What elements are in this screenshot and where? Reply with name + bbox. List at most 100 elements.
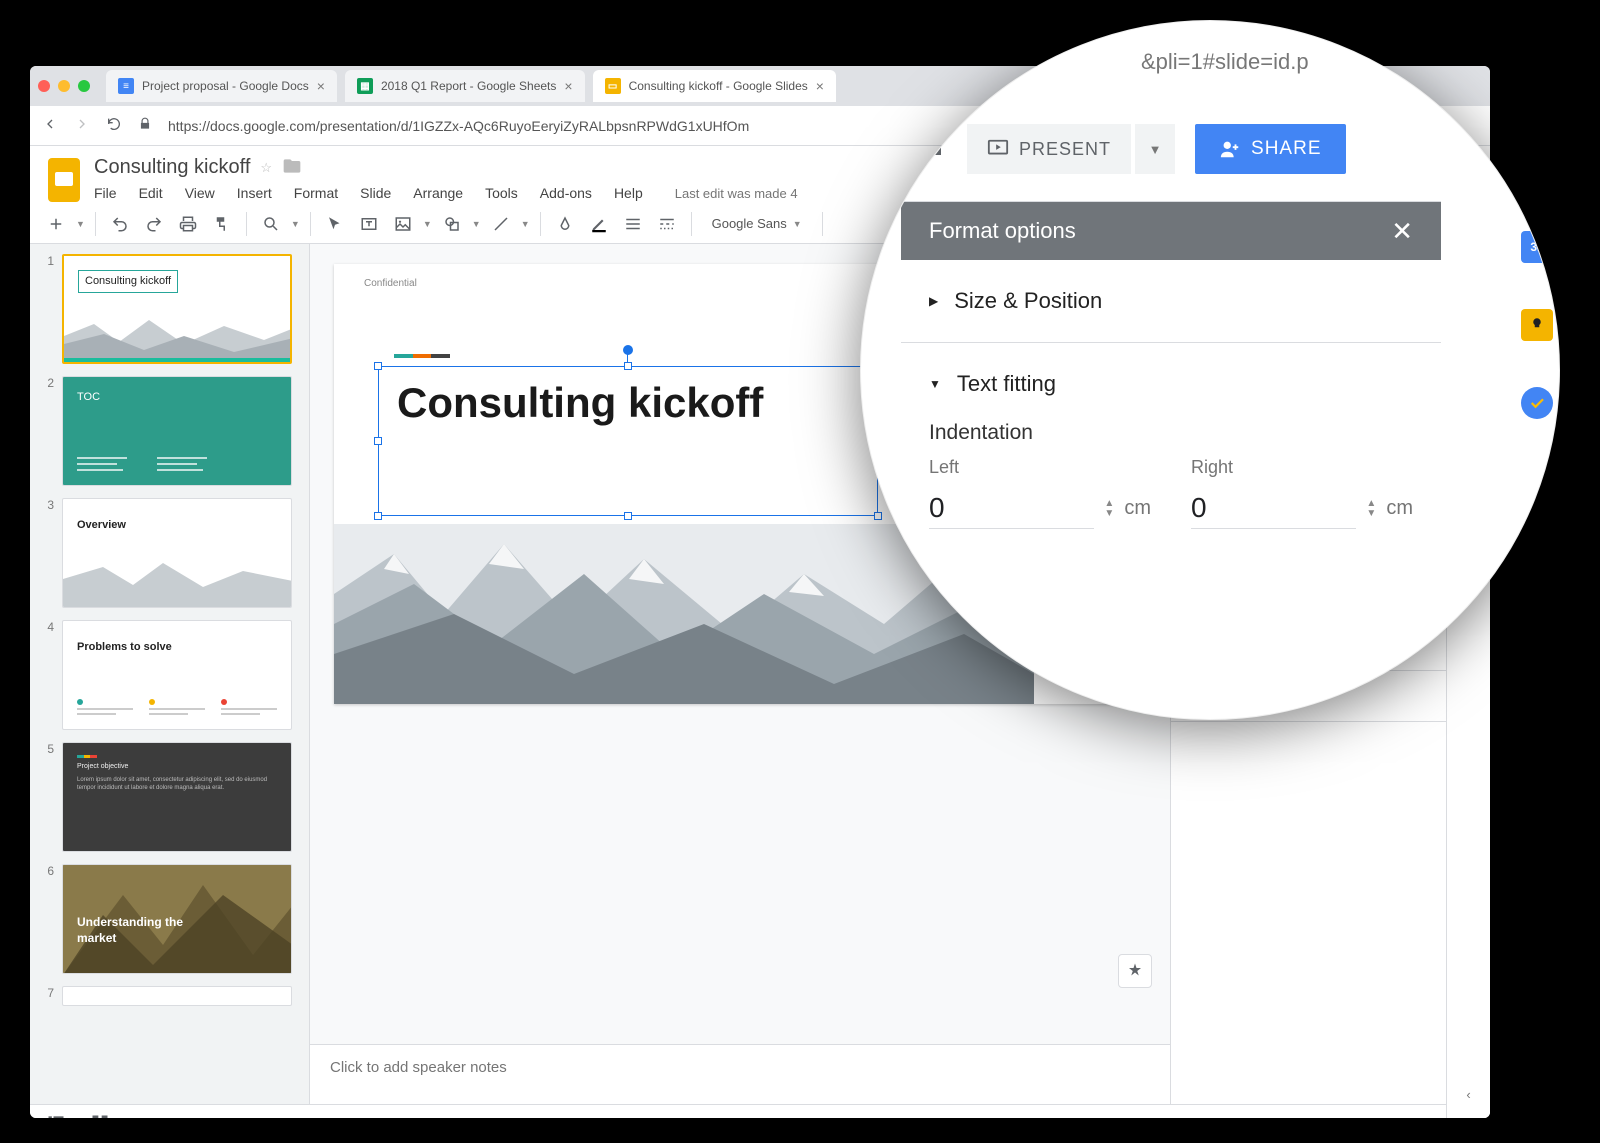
indent-right-input[interactable]: 0 (1191, 488, 1356, 529)
close-icon[interactable]: ✕ (1391, 216, 1413, 247)
menu-edit[interactable]: Edit (139, 185, 163, 201)
menu-arrange[interactable]: Arrange (413, 185, 463, 201)
nav-back-icon[interactable] (42, 116, 58, 135)
fill-color-icon[interactable] (551, 210, 579, 238)
chevron-right-icon: ▶ (929, 294, 938, 308)
paint-format-icon[interactable] (208, 210, 236, 238)
line-dropdown[interactable]: ▼ (521, 219, 530, 229)
slides-logo-icon[interactable] (46, 156, 82, 204)
thumb-slide-7[interactable] (62, 986, 292, 1006)
menu-insert[interactable]: Insert (237, 185, 272, 201)
comment-icon[interactable] (911, 131, 947, 167)
document-title[interactable]: Consulting kickoff (94, 156, 250, 179)
section-size-position[interactable]: ▶Size & Position (901, 260, 1441, 343)
nav-forward-icon[interactable] (74, 116, 90, 135)
title-text-box[interactable]: Consulting kickoff (378, 366, 878, 516)
star-icon[interactable]: ☆ (260, 160, 272, 176)
resize-handle[interactable] (374, 512, 382, 520)
border-color-icon[interactable] (585, 210, 613, 238)
zoom-icon[interactable] (257, 210, 285, 238)
window-close[interactable] (38, 80, 50, 92)
menu-slide[interactable]: Slide (360, 185, 391, 201)
redo-icon[interactable] (140, 210, 168, 238)
line-icon[interactable] (487, 210, 515, 238)
image-dropdown[interactable]: ▼ (423, 219, 432, 229)
tasks-icon[interactable] (1521, 387, 1553, 419)
tab-sheets[interactable]: ▦ 2018 Q1 Report - Google Sheets × (345, 70, 585, 102)
move-icon[interactable] (282, 156, 302, 179)
chevron-down-icon: ▼ (929, 377, 941, 391)
close-icon[interactable]: × (564, 78, 572, 94)
url-text[interactable]: https://docs.google.com/presentation/d/1… (168, 118, 749, 134)
docs-icon: ≡ (118, 78, 134, 94)
menu-help[interactable]: Help (614, 185, 643, 201)
print-icon[interactable] (174, 210, 202, 238)
thumb-item[interactable]: 4 Problems to solve (40, 620, 299, 730)
calendar-icon[interactable]: 31 (1521, 231, 1553, 263)
shape-icon[interactable] (438, 210, 466, 238)
close-icon[interactable]: × (317, 78, 325, 94)
undo-icon[interactable] (106, 210, 134, 238)
thumb-item[interactable]: 2 TOC (40, 376, 299, 486)
keep-icon[interactable] (1521, 309, 1553, 341)
slide-title-text[interactable]: Consulting kickoff (397, 379, 859, 427)
layout-dropdown[interactable]: ▼ (76, 219, 85, 229)
close-icon[interactable]: × (816, 78, 824, 94)
thumb-item[interactable]: 7 (40, 986, 299, 1006)
stepper-icon[interactable]: ▲▼ (1104, 499, 1114, 519)
slides-icon: ▭ (605, 78, 621, 94)
new-slide-button[interactable] (42, 210, 70, 238)
explore-button[interactable] (1118, 954, 1152, 988)
sheets-icon: ▦ (357, 78, 373, 94)
tab-label: Consulting kickoff - Google Slides (629, 79, 808, 93)
resize-handle[interactable] (624, 512, 632, 520)
thumb-item[interactable]: 5 Project objective Lorem ipsum dolor si… (40, 742, 299, 852)
filmstrip-view-icon[interactable] (46, 1113, 66, 1118)
expand-side-panel-icon[interactable]: ‹ (1466, 1087, 1470, 1102)
thumb-slide-3[interactable]: Overview (62, 498, 292, 608)
select-tool-icon[interactable] (321, 210, 349, 238)
indent-left-input[interactable]: 0 (929, 488, 1094, 529)
resize-handle[interactable] (374, 362, 382, 370)
thumb-item[interactable]: 3 Overview (40, 498, 299, 608)
image-icon[interactable] (389, 210, 417, 238)
menu-file[interactable]: File (94, 185, 117, 201)
menu-view[interactable]: View (185, 185, 215, 201)
window-zoom[interactable] (78, 80, 90, 92)
window-minimize[interactable] (58, 80, 70, 92)
reload-icon[interactable] (106, 116, 122, 135)
zoom-dropdown[interactable]: ▼ (291, 219, 300, 229)
menu-addons[interactable]: Add-ons (540, 185, 592, 201)
lens-url-fragment: &pli=1#slide=id.p (1141, 49, 1309, 75)
thumb-slide-5[interactable]: Project objective Lorem ipsum dolor sit … (62, 742, 292, 852)
speaker-notes[interactable]: Click to add speaker notes (310, 1044, 1170, 1104)
resize-handle[interactable] (624, 362, 632, 370)
slide-confidential: Confidential (364, 278, 417, 289)
border-dash-icon[interactable] (653, 210, 681, 238)
border-weight-icon[interactable] (619, 210, 647, 238)
tab-slides-active[interactable]: ▭ Consulting kickoff - Google Slides × (593, 70, 836, 102)
macos-window-controls (38, 80, 90, 92)
grid-view-icon[interactable] (90, 1113, 110, 1118)
thumb-item[interactable]: 1 Consulting kickoff (40, 254, 299, 364)
shape-dropdown[interactable]: ▼ (472, 219, 481, 229)
share-button[interactable]: SHARE (1195, 124, 1345, 174)
rotate-handle[interactable] (623, 345, 633, 355)
tab-docs[interactable]: ≡ Project proposal - Google Docs × (106, 70, 337, 102)
resize-handle[interactable] (374, 437, 382, 445)
thumb-item[interactable]: 6 Understanding the market (40, 864, 299, 974)
thumb-slide-6[interactable]: Understanding the market (62, 864, 292, 974)
bottom-toolbar (30, 1104, 1490, 1118)
section-text-fitting[interactable]: ▼Text fitting Indentation Left 0 ▲▼ cm R… (901, 343, 1441, 557)
thumb-slide-4[interactable]: Problems to solve (62, 620, 292, 730)
menu-format[interactable]: Format (294, 185, 338, 201)
text-box-icon[interactable] (355, 210, 383, 238)
thumb-slide-1[interactable]: Consulting kickoff (62, 254, 292, 364)
stepper-icon[interactable]: ▲▼ (1366, 499, 1376, 519)
thumb-slide-2[interactable]: TOC (62, 376, 292, 486)
font-selector[interactable]: Google Sans▼ (702, 216, 812, 231)
present-dropdown[interactable]: ▼ (1135, 124, 1175, 174)
lens-side-rail: 31 (1521, 231, 1553, 419)
menu-tools[interactable]: Tools (485, 185, 518, 201)
present-button[interactable]: PRESENT (967, 124, 1131, 174)
